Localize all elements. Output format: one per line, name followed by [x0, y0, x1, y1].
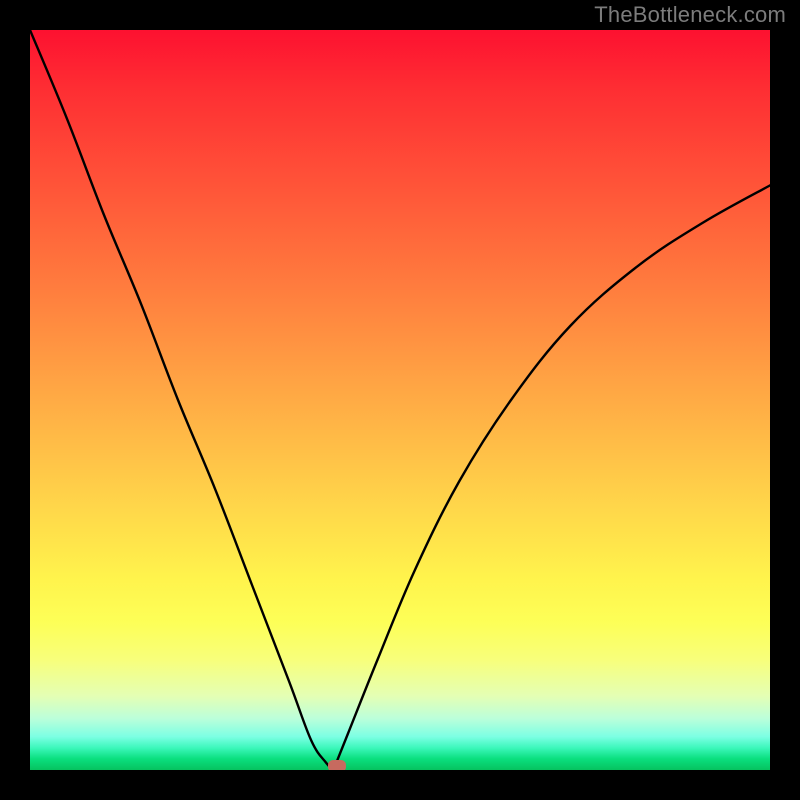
plot-area [30, 30, 770, 770]
optimal-point-marker [328, 760, 346, 770]
attribution-text: TheBottleneck.com [594, 2, 786, 28]
bottleneck-curve [30, 30, 770, 770]
chart-frame: TheBottleneck.com [0, 0, 800, 800]
curve-svg [30, 30, 770, 770]
